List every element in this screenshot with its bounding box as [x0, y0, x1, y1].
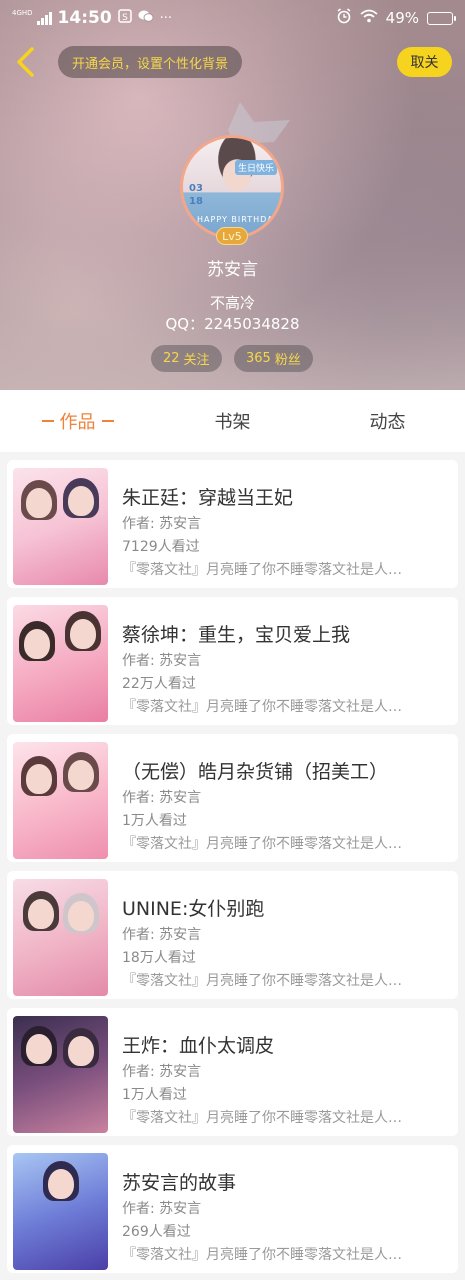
book-views: 22万人看过 — [122, 676, 196, 692]
fans-count: 365 — [246, 351, 271, 366]
book-description: 『零落文社』月亮睡了你不睡零落文社是人… — [122, 973, 402, 989]
tab-activity[interactable]: 动态 — [310, 390, 465, 452]
book-item[interactable]: 朱正廷：穿越当王妃 作者: 苏安言 7129人看过 『零落文社』月亮睡了你不睡零… — [7, 460, 458, 588]
avatar-caption: HAPPY BIRTHDAY — [197, 215, 279, 224]
book-cover-image — [13, 879, 108, 996]
active-tab-dash-left — [41, 420, 54, 422]
active-tab-dash-right — [101, 420, 114, 422]
book-author: 作者: 苏安言 — [122, 516, 202, 532]
book-author: 作者: 苏安言 — [122, 1064, 202, 1080]
book-title: （无偿）皓月杂货铺（招美工） — [122, 761, 389, 783]
back-arrow-icon[interactable] — [10, 44, 40, 80]
signal-icon — [36, 11, 52, 25]
book-item[interactable]: 蔡徐坤：重生，宝贝爱上我 作者: 苏安言 22万人看过 『零落文社』月亮睡了你不… — [7, 597, 458, 725]
battery-icon — [427, 11, 456, 25]
alarm-icon — [336, 8, 352, 28]
s-app-icon: S — [117, 9, 132, 27]
book-item[interactable]: 苏安言的故事 作者: 苏安言 269人看过 『零落文社』月亮睡了你不睡零落文社是… — [7, 1145, 458, 1273]
wechat-icon — [138, 9, 154, 27]
status-left: 4GHD 14:50 S ··· — [12, 8, 172, 28]
username: 苏安言 — [207, 260, 258, 280]
book-title: 苏安言的故事 — [122, 1172, 237, 1194]
book-item[interactable]: （无偿）皓月杂货铺（招美工） 作者: 苏安言 1万人看过 『零落文社』月亮睡了你… — [7, 734, 458, 862]
book-views: 18万人看过 — [122, 950, 196, 966]
network-type: 4GHD — [12, 8, 33, 17]
book-title: UNINE:女仆别跑 — [122, 898, 265, 920]
tab-label: 作品 — [59, 412, 96, 433]
book-list: 朱正廷：穿越当王妃 作者: 苏安言 7129人看过 『零落文社』月亮睡了你不睡零… — [0, 452, 465, 1280]
book-description: 『零落文社』月亮睡了你不睡零落文社是人… — [122, 562, 402, 578]
fans-count-button[interactable]: 365 粉丝 — [234, 345, 313, 372]
book-views: 269人看过 — [122, 1224, 191, 1240]
fans-label: 粉丝 — [274, 353, 301, 368]
profile-tabs: 作品 书架 动态 — [0, 390, 465, 452]
book-cover-image — [13, 1153, 108, 1270]
book-title: 王炸：血仆太调皮 — [122, 1035, 275, 1057]
book-author: 作者: 苏安言 — [122, 927, 202, 943]
avatar[interactable]: 生日快乐 03 18 HAPPY BIRTHDAY — [180, 135, 284, 239]
book-author: 作者: 苏安言 — [122, 1201, 202, 1217]
vip-background-banner[interactable]: 开通会员，设置个性化背景 — [58, 46, 243, 78]
unfollow-button[interactable]: 取关 — [397, 47, 452, 77]
book-title: 朱正廷：穿越当王妃 — [122, 487, 294, 509]
bio: 不高冷 — [209, 294, 255, 312]
book-title: 蔡徐坤：重生，宝贝爱上我 — [122, 624, 351, 646]
book-author: 作者: 苏安言 — [122, 653, 202, 669]
book-description: 『零落文社』月亮睡了你不睡零落文社是人… — [122, 836, 402, 852]
svg-text:S: S — [122, 13, 128, 23]
book-description: 『零落文社』月亮睡了你不睡零落文社是人… — [122, 1247, 402, 1263]
qq-number: QQ：2245034828 — [165, 315, 300, 333]
tab-label: 动态 — [369, 412, 406, 433]
level-badge: Lv5 — [216, 227, 248, 245]
wifi-icon — [360, 9, 378, 27]
book-cover-image — [13, 1016, 108, 1133]
book-views: 1万人看过 — [122, 813, 187, 829]
tab-works[interactable]: 作品 — [0, 390, 155, 452]
book-views: 7129人看过 — [122, 539, 200, 555]
more-notifications-icon: ··· — [159, 10, 173, 26]
book-item[interactable]: UNINE:女仆别跑 作者: 苏安言 18万人看过 『零落文社』月亮睡了你不睡零… — [7, 871, 458, 999]
tab-label: 书架 — [214, 412, 251, 433]
clock: 14:50 — [57, 8, 112, 28]
avatar-tag: 生日快乐 — [234, 160, 277, 175]
status-bar: 4GHD 14:50 S ··· 49% — [0, 0, 465, 36]
book-cover-image — [13, 605, 108, 722]
following-count: 22 — [163, 351, 180, 366]
following-label: 关注 — [183, 353, 210, 368]
book-description: 『零落文社』月亮睡了你不睡零落文社是人… — [122, 699, 402, 715]
following-count-button[interactable]: 22 关注 — [151, 345, 222, 372]
avatar-date: 03 18 — [189, 183, 203, 207]
book-views: 1万人看过 — [122, 1087, 187, 1103]
tab-bookshelf[interactable]: 书架 — [155, 390, 310, 452]
book-description: 『零落文社』月亮睡了你不睡零落文社是人… — [122, 1110, 402, 1126]
status-right: 49% — [336, 8, 456, 28]
book-cover-image — [13, 468, 108, 585]
book-cover-image — [13, 742, 108, 859]
avatar-image: 生日快乐 03 18 HAPPY BIRTHDAY — [180, 135, 284, 239]
book-item[interactable]: 王炸：血仆太调皮 作者: 苏安言 1万人看过 『零落文社』月亮睡了你不睡零落文社… — [7, 1008, 458, 1136]
battery-percent: 49% — [385, 9, 419, 27]
book-author: 作者: 苏安言 — [122, 790, 202, 806]
profile-header: 4GHD 14:50 S ··· 49% 开通会员，设置个性化背景 取关 生日快… — [0, 0, 465, 390]
